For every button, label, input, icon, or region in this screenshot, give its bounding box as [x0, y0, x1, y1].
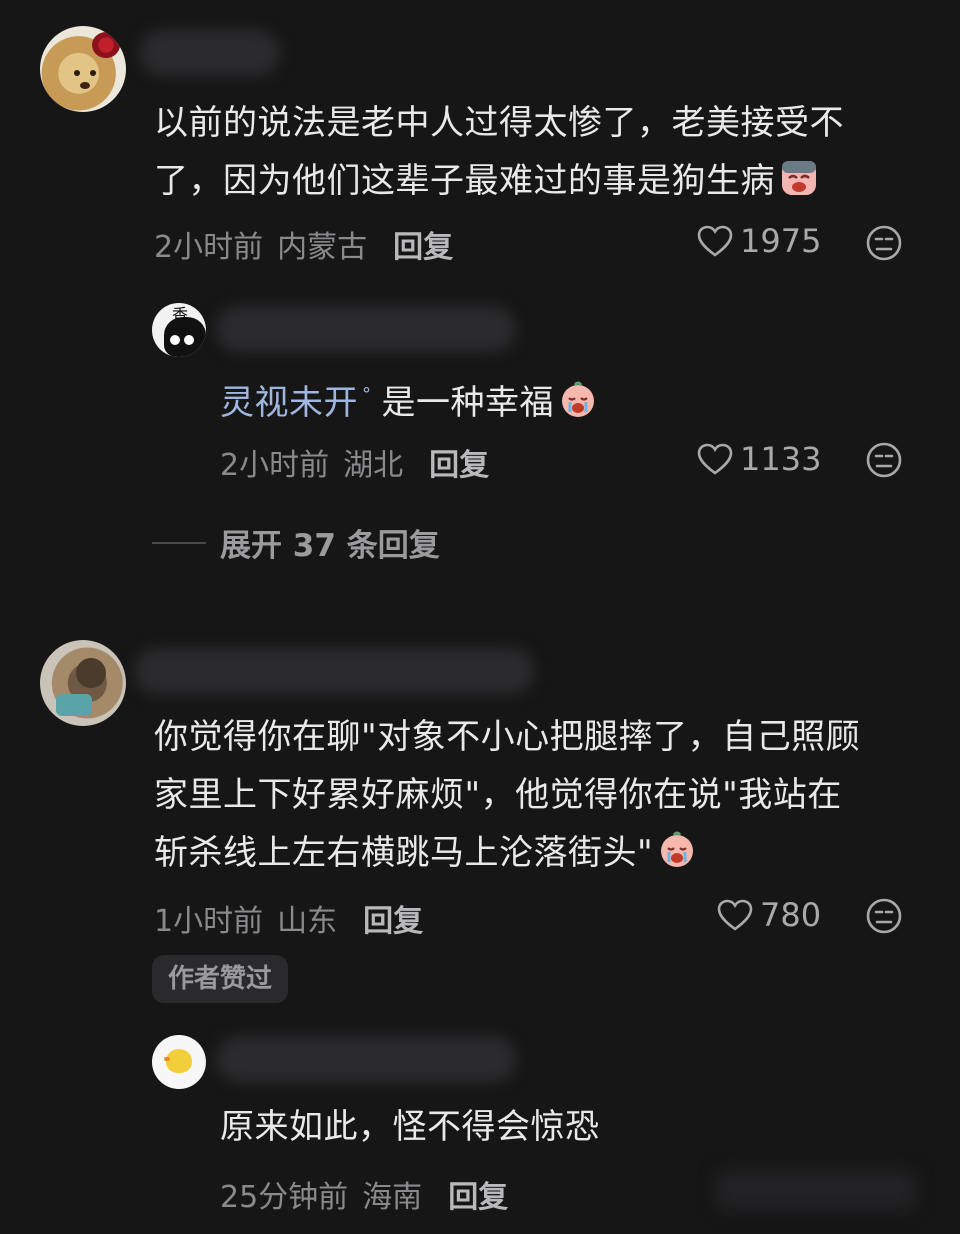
- avatar[interactable]: [152, 1035, 206, 1089]
- dislike-button[interactable]: [865, 224, 903, 266]
- comment-line: 斩杀线上左右横跳马上沦落街头": [154, 833, 654, 873]
- comment-line: 家里上下好累好麻烦"，他觉得你在说"我站在: [154, 775, 842, 815]
- reply-meta: 25分钟前 海南 回复: [220, 1172, 508, 1216]
- username-blurred[interactable]: [140, 30, 280, 76]
- like-count: 780: [760, 896, 822, 934]
- location: 海南: [362, 1180, 423, 1215]
- comment-meta: 1小时前 山东 回复: [154, 896, 423, 940]
- mention-name[interactable]: 灵视未开: [220, 383, 358, 423]
- crying-baby-icon: [661, 831, 694, 867]
- heart-icon: [697, 443, 733, 475]
- username-blurred[interactable]: [134, 648, 534, 694]
- comment-line: 了，因为他们这辈子最难过的事是狗生病: [154, 161, 775, 201]
- watermark-blurred: [716, 1170, 916, 1210]
- reply-text: 原来如此，怪不得会惊恐: [220, 1098, 600, 1156]
- rose-decoration: [92, 32, 120, 58]
- heart-icon: [717, 899, 753, 931]
- expand-replies-button[interactable]: 展开 37 条回复: [152, 520, 440, 565]
- like-button[interactable]: 780: [716, 896, 821, 934]
- comment-meta: 2小时前 内蒙古 回复: [154, 222, 453, 266]
- expand-replies-label: 展开 37 条回复: [220, 528, 440, 564]
- heart-icon: [697, 225, 733, 257]
- reply-content: 是一种幸福: [381, 383, 554, 423]
- timestamp: 25分钟前: [220, 1180, 349, 1215]
- location: 湖北: [343, 448, 404, 483]
- avatar-glyph: 香: [172, 305, 189, 324]
- crying-baby-icon: [562, 381, 594, 417]
- dislike-button[interactable]: [865, 441, 903, 483]
- location: 山东: [277, 904, 338, 939]
- username-blurred[interactable]: [216, 306, 516, 352]
- reply-button[interactable]: 回复: [393, 230, 453, 265]
- timestamp: 2小时前: [154, 230, 264, 265]
- reply-meta: 2小时前 湖北 回复: [220, 440, 489, 484]
- timestamp: 1小时前: [154, 904, 264, 939]
- avatar[interactable]: 香: [152, 303, 206, 357]
- mention-suffix: °: [362, 384, 372, 405]
- timestamp: 2小时前: [220, 448, 330, 483]
- like-button[interactable]: 1133: [696, 440, 821, 478]
- divider: [152, 541, 206, 544]
- reply-button[interactable]: 回复: [429, 448, 489, 483]
- comment-line: 以前的说法是老中人过得太惨了，老美接受不: [154, 103, 844, 143]
- location: 内蒙古: [277, 230, 368, 265]
- meh-face-icon: [866, 898, 902, 934]
- avatar[interactable]: [40, 640, 126, 726]
- author-liked-badge: 作者赞过: [152, 955, 289, 1003]
- reply-button[interactable]: 回复: [363, 904, 423, 939]
- like-count: 1133: [740, 440, 822, 478]
- meh-face-icon: [866, 442, 902, 478]
- avatar[interactable]: [40, 26, 126, 112]
- comment-text: 你觉得你在聊"对象不小心把腿摔了，自己照顾 家里上下好累好麻烦"，他觉得你在说"…: [154, 708, 860, 882]
- dislike-button[interactable]: [865, 897, 903, 939]
- reply-button[interactable]: 回复: [448, 1180, 508, 1215]
- meh-face-icon: [866, 225, 902, 261]
- comment-line: 你觉得你在聊"对象不小心把腿摔了，自己照顾: [154, 717, 861, 757]
- like-count: 1975: [740, 222, 822, 260]
- reply-content: 原来如此，怪不得会惊恐: [220, 1107, 600, 1147]
- username-blurred[interactable]: [216, 1036, 516, 1082]
- comment-text: 以前的说法是老中人过得太惨了，老美接受不 了，因为他们这辈子最难过的事是狗生病: [154, 94, 844, 210]
- crying-face-icon: [782, 161, 816, 195]
- reply-text: 灵视未开 ° 是一种幸福: [220, 366, 598, 432]
- like-button[interactable]: 1975: [696, 222, 821, 260]
